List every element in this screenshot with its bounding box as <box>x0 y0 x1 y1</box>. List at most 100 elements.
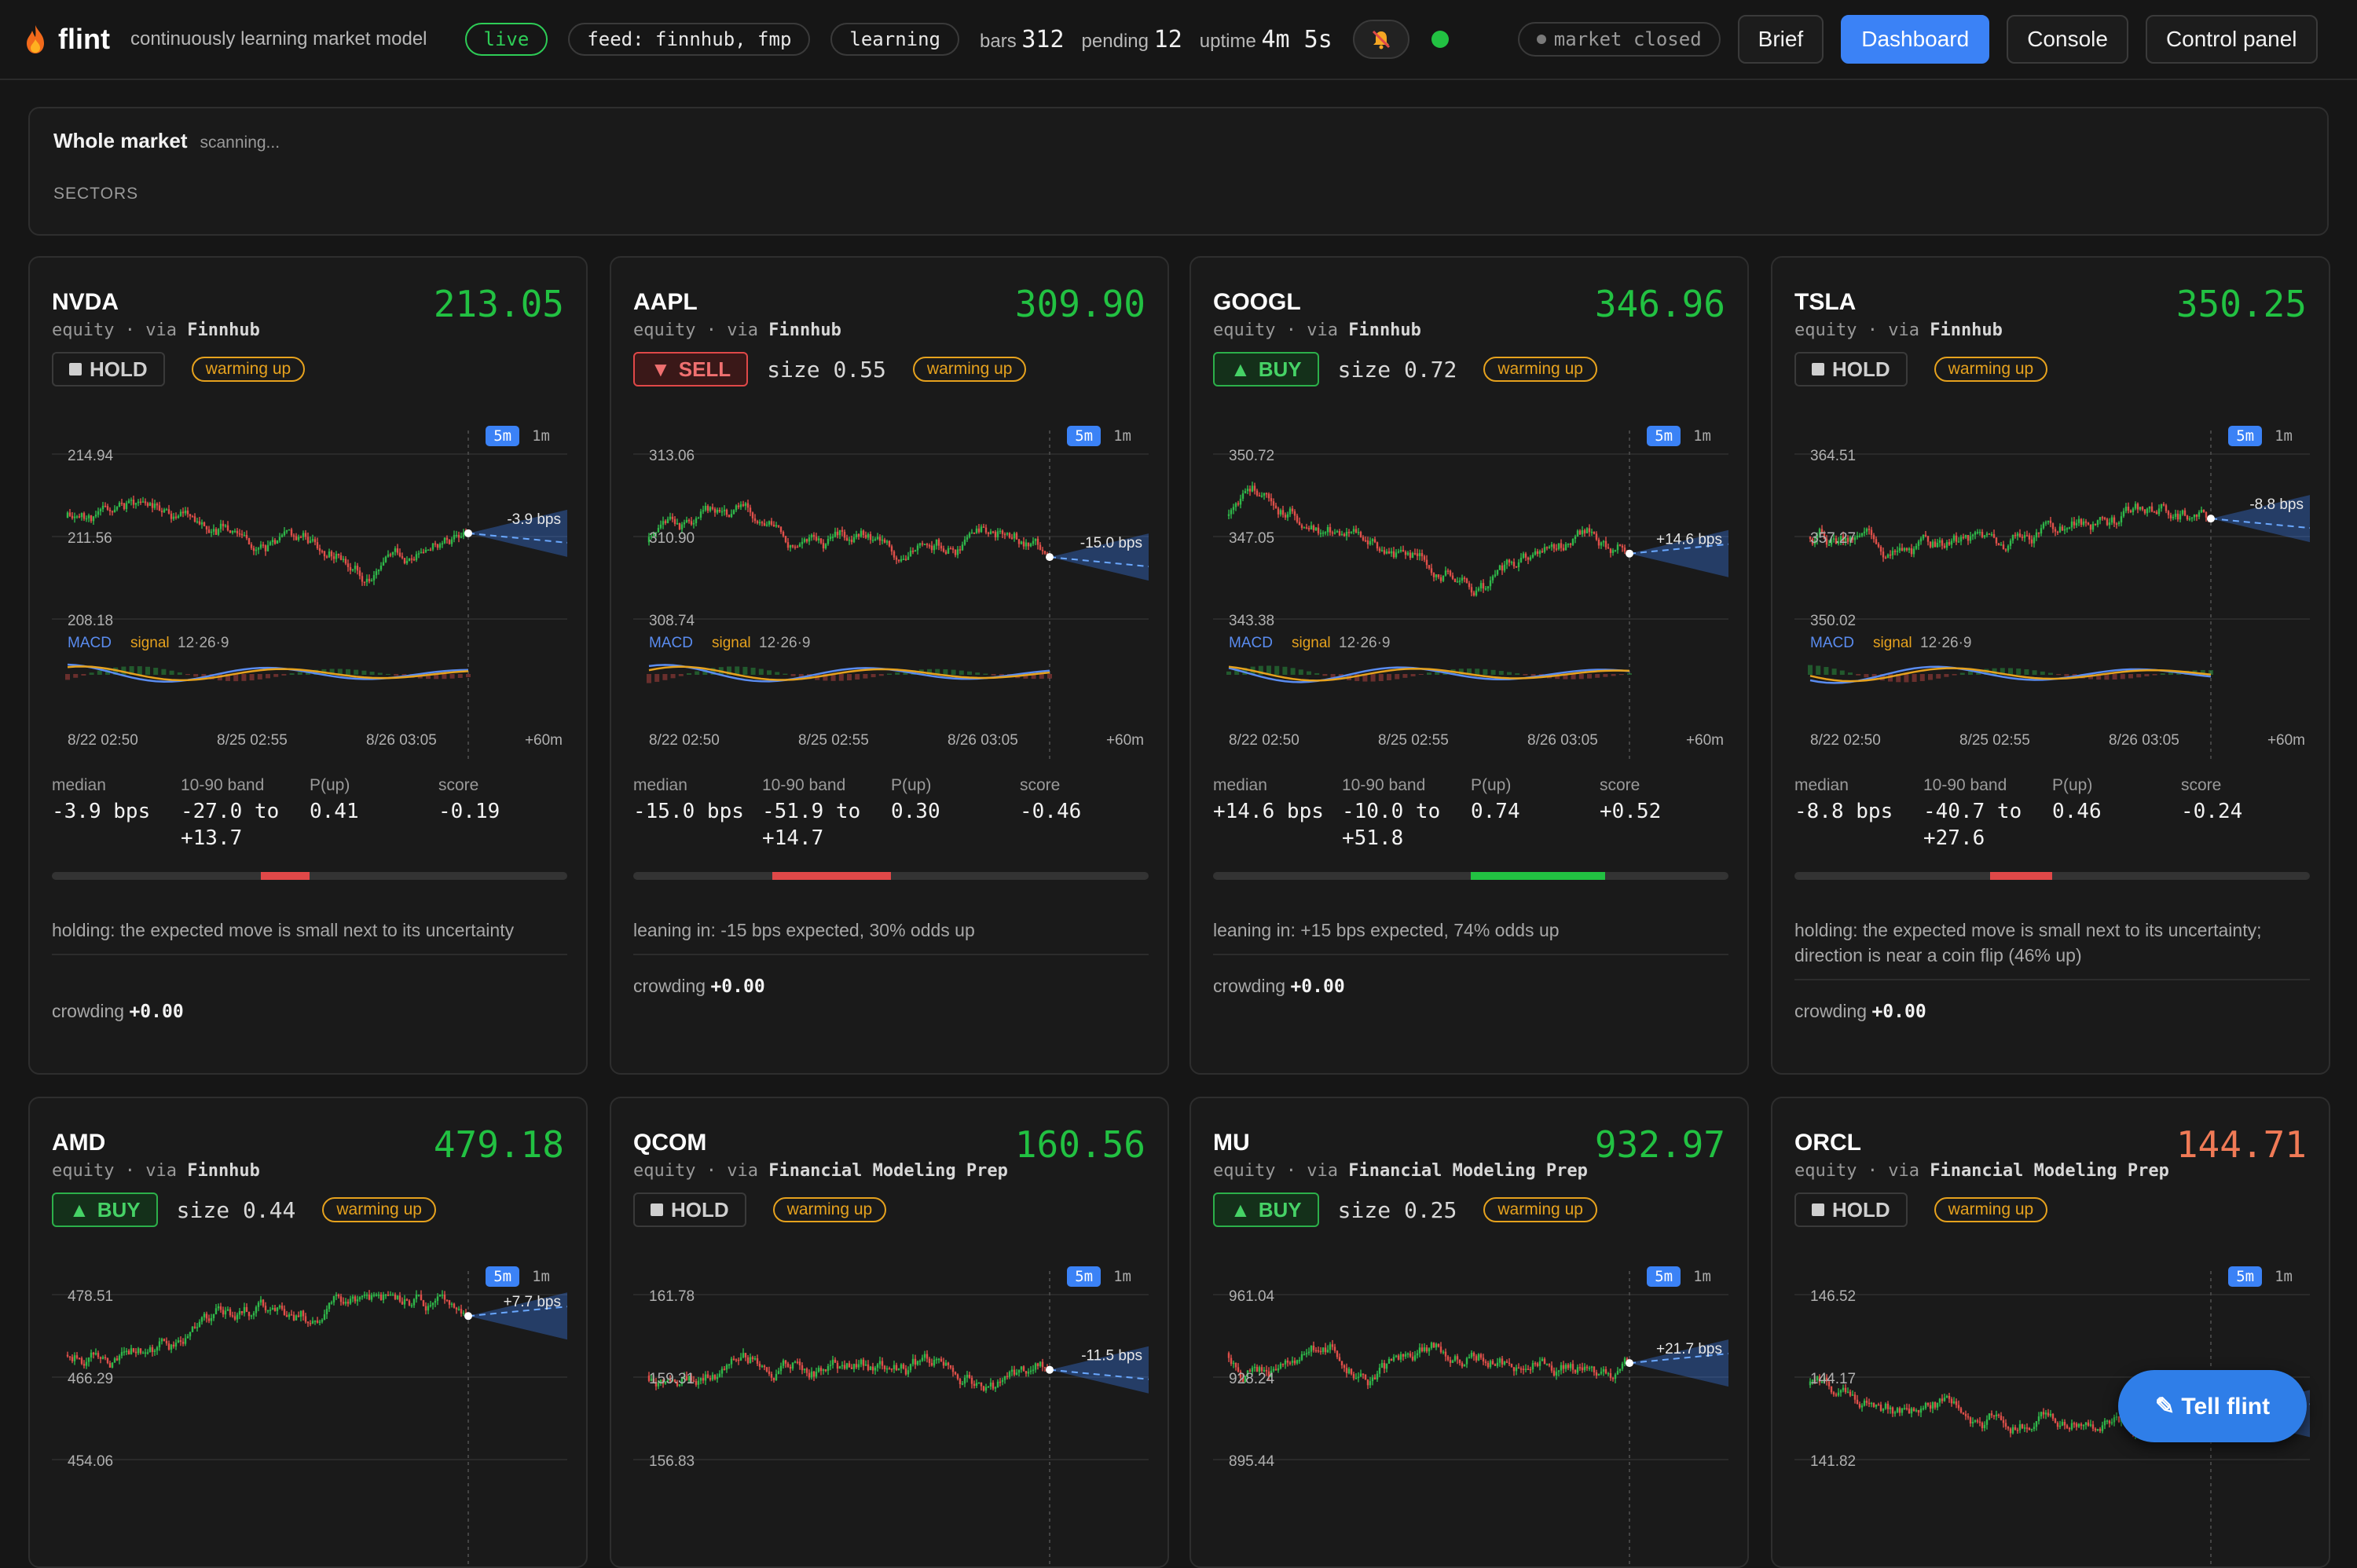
candle <box>2087 522 2090 525</box>
candle <box>431 543 434 550</box>
candle <box>1981 1422 1984 1429</box>
candle <box>313 539 317 543</box>
candle <box>725 509 728 515</box>
candle <box>1017 1369 1021 1373</box>
timeframe-5m[interactable]: 5m <box>486 1266 520 1287</box>
candle <box>321 1320 324 1322</box>
mute-button[interactable] <box>1352 20 1409 59</box>
candle <box>699 511 702 518</box>
candle <box>940 545 943 549</box>
signal-row: HOLD warming up <box>1794 352 2048 387</box>
timeframe-1m[interactable]: 1m <box>1685 1266 1719 1287</box>
candle <box>669 516 672 519</box>
candle <box>1997 1414 2000 1416</box>
nav-brief[interactable]: Brief <box>1737 15 1824 64</box>
candle <box>744 1353 747 1357</box>
ticker-card-tsla[interactable]: TSLA 350.25 equity · via Finnhub HOLD wa… <box>1771 256 2330 1075</box>
candle <box>841 1365 844 1367</box>
candle <box>2002 544 2005 550</box>
candle <box>1272 501 1275 506</box>
candle <box>1385 551 1388 554</box>
candle <box>450 1303 453 1306</box>
top-bar: flint continuously learning market model… <box>0 0 2357 80</box>
candle <box>299 537 302 538</box>
candle <box>1463 577 1466 579</box>
ticker-card-qcom[interactable]: QCOM 160.56 equity · via Financial Model… <box>610 1097 1169 1568</box>
timeframe-1m[interactable]: 1m <box>524 1266 558 1287</box>
candle <box>1371 539 1374 541</box>
candle <box>739 504 742 507</box>
candle <box>2047 1412 2050 1416</box>
timeframe-1m[interactable]: 1m <box>1105 1266 1139 1287</box>
candle <box>2160 504 2163 509</box>
candle <box>2106 518 2109 526</box>
candle <box>1863 1401 1866 1406</box>
ticker-symbol: NVDA <box>52 289 119 315</box>
timeframe-1m[interactable]: 1m <box>1685 426 1719 446</box>
candle <box>831 1359 834 1365</box>
price-chart: -3.9 bps 214.94 211.56 208.18 MACD signal 12·2… <box>52 415 567 760</box>
ticker-card-aapl[interactable]: AAPL 309.90 equity · via Finnhub ▼ SELL s… <box>610 256 1169 1075</box>
timeframe-1m[interactable]: 1m <box>1105 426 1139 446</box>
candle <box>739 1357 742 1361</box>
candle <box>217 1306 220 1309</box>
candle <box>1362 537 1365 540</box>
candle <box>2181 510 2184 515</box>
candle <box>1567 1365 1570 1368</box>
candle <box>695 518 698 524</box>
candle <box>992 531 995 533</box>
candle <box>1557 543 1560 549</box>
ticker-card-mu[interactable]: MU 932.97 equity · via Financial Modelin… <box>1189 1097 1749 1568</box>
candle <box>1893 1412 1897 1414</box>
candle <box>1926 536 1930 542</box>
macd-label: 12·26·9 <box>1339 635 1391 651</box>
candle <box>372 575 376 581</box>
macd-histogram-bar <box>1618 674 1624 676</box>
candle <box>1279 510 1282 515</box>
candle <box>2127 506 2130 511</box>
candle <box>1903 548 1906 551</box>
candle <box>238 533 241 535</box>
nav-control-panel[interactable]: Control panel <box>2145 15 2318 64</box>
candle <box>1990 534 1993 536</box>
macd-histogram-bar <box>137 666 142 675</box>
timeframe-5m[interactable]: 5m <box>1647 426 1681 446</box>
tell-flint-button[interactable]: ✎ Tell flint <box>2118 1370 2307 1442</box>
timeframe-5m[interactable]: 5m <box>1647 1266 1681 1287</box>
nav-console[interactable]: Console <box>2007 15 2128 64</box>
candle <box>1531 555 1534 558</box>
timeframe-1m[interactable]: 1m <box>2267 426 2300 446</box>
timeframe-5m[interactable]: 5m <box>2228 1266 2263 1287</box>
candle <box>358 570 361 577</box>
macd-histogram-bar <box>863 674 868 679</box>
ticker-symbol: AMD <box>52 1130 106 1156</box>
ticker-card-nvda[interactable]: NVDA 213.05 equity · via Finnhub HOLD wa… <box>28 256 588 1075</box>
candle <box>763 1365 766 1368</box>
candle <box>857 1364 860 1368</box>
macd-histogram-bar <box>1490 669 1496 675</box>
timeframe-5m[interactable]: 5m <box>1067 426 1102 446</box>
timeframe-1m[interactable]: 1m <box>524 426 558 446</box>
nav-dashboard[interactable]: Dashboard <box>1841 15 1990 64</box>
candle <box>680 524 684 529</box>
candle <box>1036 1363 1039 1367</box>
candle <box>1889 1407 1892 1409</box>
buy-arrow-icon: ▲ <box>1230 1197 1251 1222</box>
candle <box>1274 505 1277 509</box>
candle <box>1983 1424 1986 1429</box>
ticker-card-orcl[interactable]: ORCL 144.71 equity · via Financial Model… <box>1771 1097 2330 1568</box>
candle <box>1884 1403 1887 1409</box>
ticker-card-amd[interactable]: AMD 479.18 equity · via Finnhub ▲ BUY siz… <box>28 1097 588 1568</box>
candle <box>1034 1363 1037 1370</box>
ticker-card-googl[interactable]: GOOGL 346.96 equity · via Finnhub ▲ BUY s… <box>1189 256 1749 1075</box>
candle <box>1232 1362 1235 1365</box>
candle <box>1886 554 1890 559</box>
timeframe-1m[interactable]: 1m <box>2267 1266 2300 1287</box>
timeframe-5m[interactable]: 5m <box>1067 1266 1102 1287</box>
candle <box>396 1295 399 1299</box>
ticker-price: 932.97 <box>1594 1123 1725 1166</box>
macd-histogram-bar <box>1387 674 1391 680</box>
candle <box>850 1367 853 1369</box>
timeframe-5m[interactable]: 5m <box>2228 426 2263 446</box>
timeframe-5m[interactable]: 5m <box>486 426 520 446</box>
